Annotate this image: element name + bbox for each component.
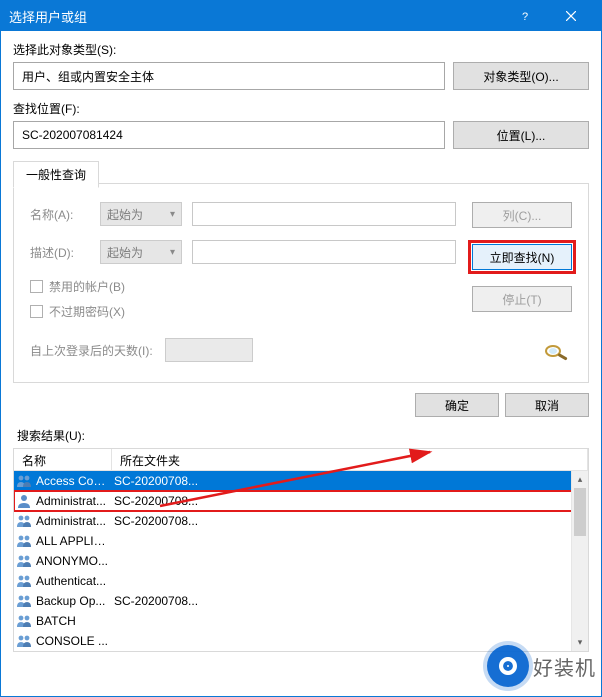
- name-input[interactable]: [192, 202, 456, 226]
- dialog-window: 选择用户或组 ? 选择此对象类型(S): 对象类型(O)... 查找位置(F):…: [0, 0, 602, 697]
- row-folder: SC-20200708...: [114, 594, 198, 608]
- col-name[interactable]: 名称: [14, 449, 112, 470]
- help-button[interactable]: ?: [503, 2, 547, 30]
- table-row[interactable]: ANONYMO...: [14, 551, 588, 571]
- window-title: 选择用户或组: [9, 7, 87, 26]
- watermark-text: 好装机: [533, 652, 596, 681]
- group-icon: [16, 513, 32, 529]
- cancel-button[interactable]: 取消: [505, 393, 589, 417]
- group-icon: [16, 553, 32, 569]
- query-form: 名称(A): 起始为 ▾ 描述(D): 起始为 ▾: [30, 202, 456, 362]
- watermark-logo-icon: [487, 645, 529, 687]
- nonexpiring-password-checkbox[interactable]: [30, 305, 43, 318]
- row-name: Administrat...: [36, 494, 114, 508]
- row-name: Authenticat...: [36, 574, 114, 588]
- days-since-logon-combo[interactable]: [165, 338, 253, 362]
- table-row[interactable]: BATCH: [14, 611, 588, 631]
- location-input[interactable]: [13, 121, 445, 149]
- desc-input[interactable]: [192, 240, 456, 264]
- days-since-logon-label: 自上次登录后的天数(I):: [30, 342, 153, 359]
- tab-common-queries[interactable]: 一般性查询: [13, 161, 99, 188]
- row-name: BATCH: [36, 614, 114, 628]
- svg-text:?: ?: [522, 11, 528, 22]
- results-header: 名称 所在文件夹: [14, 449, 588, 471]
- group-icon: [16, 573, 32, 589]
- row-folder: SC-20200708...: [114, 494, 198, 508]
- side-buttons: 列(C)... 立即查找(N) 停止(T): [472, 202, 572, 362]
- group-icon: [16, 533, 32, 549]
- table-row[interactable]: Administrat...SC-20200708...: [14, 491, 588, 511]
- table-row[interactable]: Access Con...SC-20200708...: [14, 471, 588, 491]
- search-icon: [540, 338, 572, 362]
- locations-button[interactable]: 位置(L)...: [453, 121, 589, 149]
- scroll-up-button[interactable]: ▴: [572, 471, 588, 488]
- name-operator-combo[interactable]: 起始为 ▾: [100, 202, 182, 226]
- row-folder: SC-20200708...: [114, 474, 198, 488]
- group-icon: [16, 593, 32, 609]
- name-label: 名称(A):: [30, 206, 90, 223]
- chevron-down-icon: ▾: [170, 247, 175, 258]
- search-results-label: 搜索结果(U):: [1, 423, 601, 448]
- results-rows: Access Con...SC-20200708...Administrat..…: [14, 471, 588, 651]
- row-folder: SC-20200708...: [114, 514, 198, 528]
- table-row[interactable]: Backup Op...SC-20200708...: [14, 591, 588, 611]
- titlebar: 选择用户或组 ?: [1, 1, 601, 31]
- stop-button[interactable]: 停止(T): [472, 286, 572, 312]
- ok-button[interactable]: 确定: [415, 393, 499, 417]
- group-icon: [16, 613, 32, 629]
- row-name: CONSOLE ...: [36, 634, 114, 648]
- find-now-button[interactable]: 立即查找(N): [472, 244, 572, 270]
- results-list: 名称 所在文件夹 Access Con...SC-20200708...Admi…: [13, 448, 589, 652]
- group-icon: [16, 633, 32, 649]
- row-name: Access Con...: [36, 474, 114, 488]
- vertical-scrollbar[interactable]: ▴ ▾: [571, 471, 588, 651]
- table-row[interactable]: Administrat...SC-20200708...: [14, 511, 588, 531]
- row-name: Administrat...: [36, 514, 114, 528]
- row-name: Backup Op...: [36, 594, 114, 608]
- chevron-down-icon: ▾: [170, 209, 175, 220]
- close-button[interactable]: [549, 2, 593, 30]
- query-panel: 一般性查询 名称(A): 起始为 ▾ 描述(D): 起始为 ▾: [13, 183, 589, 383]
- table-row[interactable]: Authenticat...: [14, 571, 588, 591]
- disabled-accounts-label: 禁用的帐户(B): [49, 278, 125, 295]
- object-types-button[interactable]: 对象类型(O)...: [453, 62, 589, 90]
- watermark: 好装机: [487, 645, 596, 687]
- table-row[interactable]: ALL APPLIC...: [14, 531, 588, 551]
- upper-section: 选择此对象类型(S): 对象类型(O)... 查找位置(F): 位置(L)...: [1, 31, 601, 159]
- desc-label: 描述(D):: [30, 244, 90, 261]
- location-label: 查找位置(F):: [13, 100, 589, 117]
- user-icon: [16, 493, 32, 509]
- columns-button[interactable]: 列(C)...: [472, 202, 572, 228]
- window-controls: ?: [503, 2, 593, 30]
- row-name: ALL APPLIC...: [36, 534, 114, 548]
- row-name: ANONYMO...: [36, 554, 114, 568]
- scroll-thumb[interactable]: [574, 488, 586, 536]
- nonexpiring-password-label: 不过期密码(X): [49, 303, 125, 320]
- col-folder[interactable]: 所在文件夹: [112, 449, 588, 470]
- group-icon: [16, 473, 32, 489]
- object-type-label: 选择此对象类型(S):: [13, 41, 589, 58]
- disabled-accounts-checkbox[interactable]: [30, 280, 43, 293]
- object-type-input[interactable]: [13, 62, 445, 90]
- dialog-actions: 确定 取消: [1, 383, 601, 423]
- desc-operator-combo[interactable]: 起始为 ▾: [100, 240, 182, 264]
